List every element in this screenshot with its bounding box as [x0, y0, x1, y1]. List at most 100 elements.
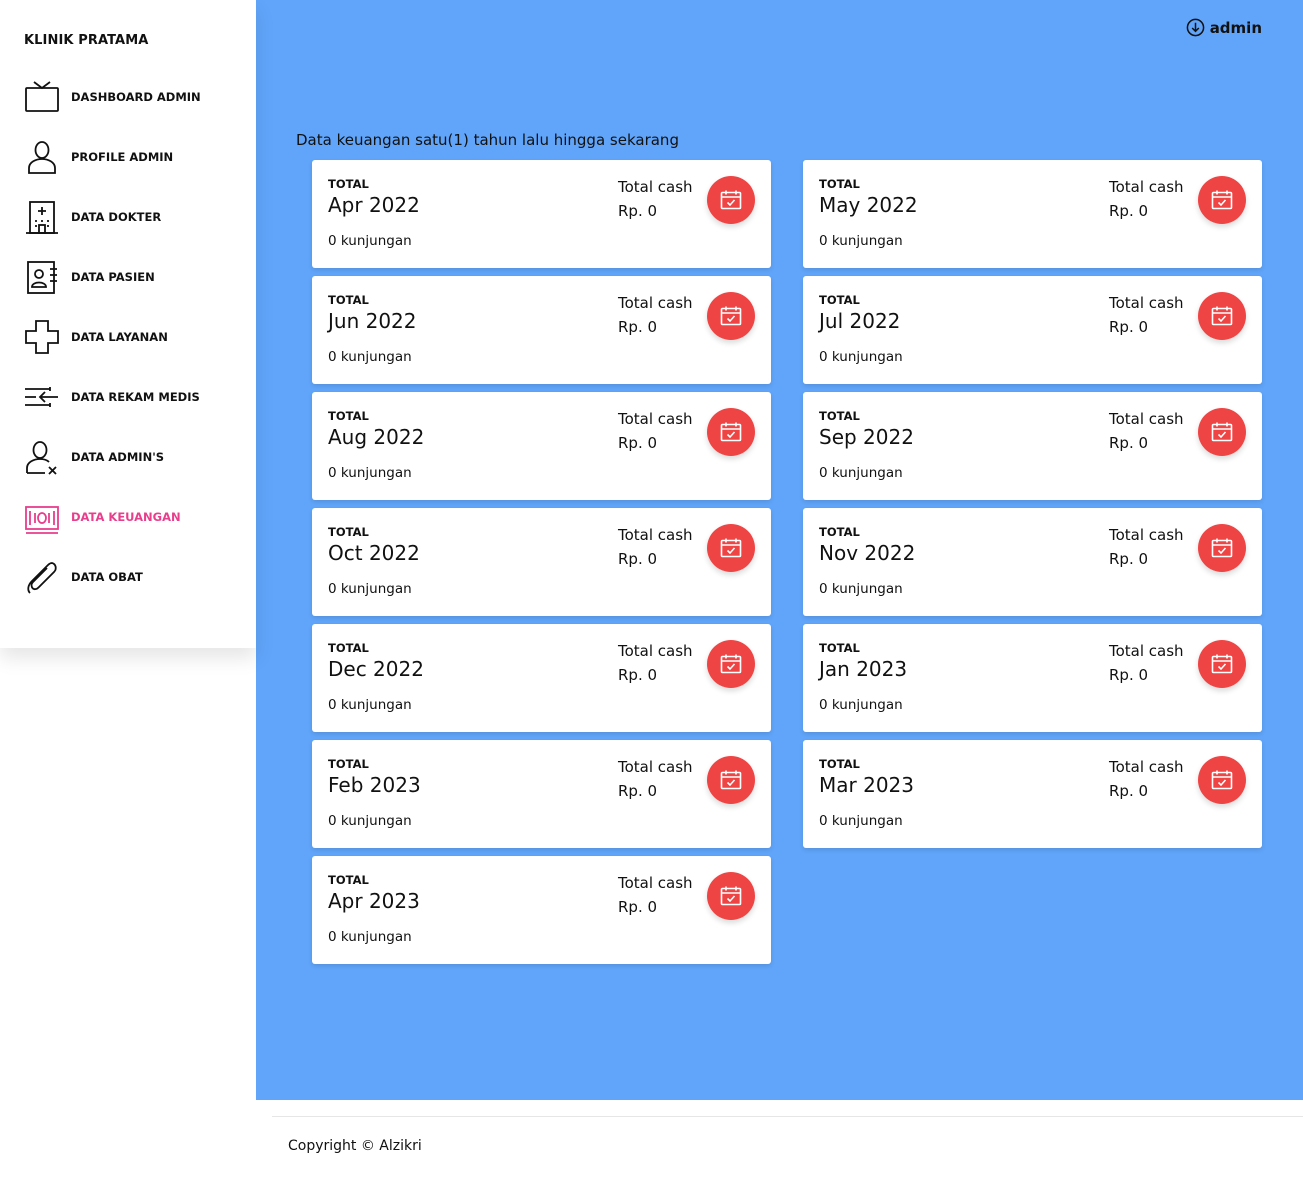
records-icon — [24, 379, 60, 415]
card-cash-value: Rp. 0 — [1109, 550, 1149, 568]
sidebar-item-dashboard-admin[interactable]: DASHBOARD ADMIN — [24, 77, 244, 117]
card-cash-label: Total cash — [1109, 758, 1184, 776]
card-visits: 0 kunjungan — [819, 813, 903, 829]
card-month: Mar 2023 — [819, 773, 914, 797]
card-visits: 0 kunjungan — [819, 233, 903, 249]
finance-card: TOTAL Nov 2022 0 kunjungan Total cash Rp. 0 — [803, 508, 1262, 616]
finance-card: TOTAL Apr 2023 0 kunjungan Total cash Rp. 0 — [312, 856, 771, 964]
finance-card: TOTAL Jan 2023 0 kunjungan Total cash Rp. 0 — [803, 624, 1262, 732]
card-month: Aug 2022 — [328, 425, 425, 449]
sidebar-item-profile-admin[interactable]: PROFILE ADMIN — [24, 137, 244, 177]
card-month: Apr 2023 — [328, 889, 420, 913]
sidebar-item-data-pasien[interactable]: DATA PASIEN — [24, 257, 244, 297]
calendar-check-icon — [707, 756, 755, 804]
calendar-check-icon — [1198, 640, 1246, 688]
card-cash-value: Rp. 0 — [1109, 434, 1149, 452]
card-cash-label: Total cash — [618, 758, 693, 776]
card-cash-value: Rp. 0 — [618, 202, 658, 220]
sidebar-item-data-obat[interactable]: DATA OBAT — [24, 557, 244, 597]
calendar-check-icon — [1198, 524, 1246, 572]
card-month: Jun 2022 — [328, 309, 417, 333]
calendar-check-icon — [707, 524, 755, 572]
calendar-check-icon — [707, 640, 755, 688]
card-total-label: TOTAL — [819, 641, 860, 655]
id-card-icon — [24, 259, 60, 295]
card-month: Sep 2022 — [819, 425, 914, 449]
sidebar-item-label: DATA REKAM MEDIS — [71, 390, 200, 404]
sidebar-item-data-dokter[interactable]: DATA DOKTER — [24, 197, 244, 237]
card-total-label: TOTAL — [328, 177, 369, 191]
card-total-label: TOTAL — [819, 525, 860, 539]
card-cash-value: Rp. 0 — [618, 782, 658, 800]
card-month: Nov 2022 — [819, 541, 916, 565]
finance-card: TOTAL Jun 2022 0 kunjungan Total cash Rp. 0 — [312, 276, 771, 384]
finance-card: TOTAL Aug 2022 0 kunjungan Total cash Rp. 0 — [312, 392, 771, 500]
card-cash-value: Rp. 0 — [1109, 782, 1149, 800]
card-visits: 0 kunjungan — [328, 929, 412, 945]
finance-card: TOTAL Apr 2022 0 kunjungan Total cash Rp. 0 — [312, 160, 771, 268]
card-total-label: TOTAL — [819, 293, 860, 307]
footer-copyright: Copyright © Alzikri — [288, 1138, 422, 1154]
sidebar-item-data-layanan[interactable]: DATA LAYANAN — [24, 317, 244, 357]
user-remove-icon — [24, 439, 60, 475]
card-cash-label: Total cash — [618, 410, 693, 428]
card-cash-value: Rp. 0 — [1109, 202, 1149, 220]
card-cash-label: Total cash — [618, 294, 693, 312]
card-month: Feb 2023 — [328, 773, 421, 797]
finance-card: TOTAL Sep 2022 0 kunjungan Total cash Rp. 0 — [803, 392, 1262, 500]
card-cash-label: Total cash — [1109, 642, 1184, 660]
sidebar-item-data-admins[interactable]: DATA ADMIN'S — [24, 437, 244, 477]
card-total-label: TOTAL — [328, 293, 369, 307]
sidebar-item-label: DASHBOARD ADMIN — [71, 90, 201, 104]
card-cash-value: Rp. 0 — [1109, 318, 1149, 336]
card-cash-label: Total cash — [1109, 294, 1184, 312]
card-total-label: TOTAL — [819, 177, 860, 191]
calendar-check-icon — [707, 872, 755, 920]
sidebar-item-data-keuangan[interactable]: DATA KEUANGAN — [24, 497, 244, 537]
card-visits: 0 kunjungan — [328, 233, 412, 249]
calendar-check-icon — [707, 176, 755, 224]
card-month: Dec 2022 — [328, 657, 424, 681]
sidebar-item-label: DATA DOKTER — [71, 210, 162, 224]
calendar-check-icon — [1198, 408, 1246, 456]
card-cash-value: Rp. 0 — [1109, 666, 1149, 684]
tv-icon — [24, 79, 60, 115]
card-month: Jul 2022 — [819, 309, 901, 333]
user-icon — [24, 139, 60, 175]
finance-card: TOTAL Feb 2023 0 kunjungan Total cash Rp. 0 — [312, 740, 771, 848]
card-total-label: TOTAL — [819, 757, 860, 771]
medical-cross-icon — [24, 319, 60, 355]
sidebar-item-data-rekam-medis[interactable]: DATA REKAM MEDIS — [24, 377, 244, 417]
sidebar: KLINIK PRATAMA DASHBOARD ADMIN PROFILE A… — [0, 0, 256, 648]
arrow-down-circle-icon — [1186, 18, 1205, 37]
card-visits: 0 kunjungan — [328, 813, 412, 829]
card-cash-label: Total cash — [1109, 410, 1184, 428]
card-visits: 0 kunjungan — [328, 349, 412, 365]
card-cash-value: Rp. 0 — [618, 666, 658, 684]
sidebar-item-label: DATA KEUANGAN — [71, 510, 181, 524]
paperclip-icon — [24, 559, 60, 595]
card-visits: 0 kunjungan — [328, 465, 412, 481]
money-icon — [24, 499, 60, 535]
sidebar-item-label: DATA ADMIN'S — [71, 450, 165, 464]
calendar-check-icon — [1198, 756, 1246, 804]
card-cash-value: Rp. 0 — [618, 318, 658, 336]
calendar-check-icon — [1198, 176, 1246, 224]
card-visits: 0 kunjungan — [819, 581, 903, 597]
calendar-check-icon — [707, 408, 755, 456]
card-total-label: TOTAL — [328, 525, 369, 539]
card-month: Jan 2023 — [819, 657, 908, 681]
finance-card: TOTAL Oct 2022 0 kunjungan Total cash Rp. 0 — [312, 508, 771, 616]
finance-card: TOTAL May 2022 0 kunjungan Total cash Rp. 0 — [803, 160, 1262, 268]
card-cash-value: Rp. 0 — [618, 550, 658, 568]
finance-card: TOTAL Mar 2023 0 kunjungan Total cash Rp. 0 — [803, 740, 1262, 848]
card-cash-value: Rp. 0 — [618, 898, 658, 916]
main-content: admin Data keuangan satu(1) tahun lalu h… — [256, 0, 1303, 1100]
footer-divider — [272, 1116, 1303, 1117]
card-total-label: TOTAL — [328, 641, 369, 655]
card-cash-label: Total cash — [618, 526, 693, 544]
card-cash-label: Total cash — [618, 642, 693, 660]
card-visits: 0 kunjungan — [819, 349, 903, 365]
sidebar-item-label: DATA LAYANAN — [71, 330, 168, 344]
user-menu[interactable]: admin — [1186, 18, 1262, 37]
